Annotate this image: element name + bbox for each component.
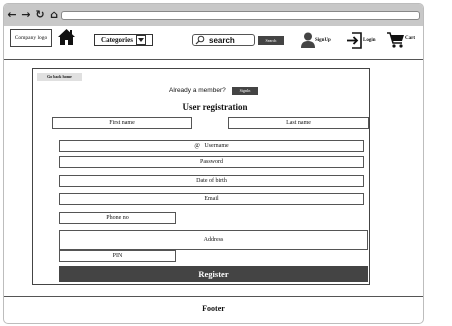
cart-icon[interactable] [387,32,404,48]
reload-icon[interactable]: ↻ [34,8,46,22]
home-icon[interactable] [57,28,76,47]
signup-link[interactable]: SignUp [315,37,331,45]
register-button[interactable]: Register [59,266,368,282]
categories-dropdown[interactable]: Categories [94,34,153,46]
home-small-icon[interactable]: ⌂ [48,8,60,22]
url-bar[interactable] [61,11,420,20]
password-field[interactable]: Password [59,156,364,168]
cart-link[interactable]: Cart [405,35,415,43]
phone-field[interactable]: Phone no [59,212,176,224]
search-button[interactable]: Search [258,36,284,45]
footer: Footer [4,296,423,322]
pin-field[interactable]: PIN [59,250,176,262]
company-logo[interactable]: Company logo [10,29,52,47]
back-icon[interactable]: ← [6,8,18,22]
forward-icon[interactable]: → [20,8,32,22]
header-divider [4,59,423,60]
username-field[interactable]: @ Username [59,140,364,152]
signin-button[interactable]: SignIn [232,87,258,95]
login-icon[interactable] [346,32,362,49]
search-placeholder: search [209,35,235,45]
already-member-text: Already a member? [169,87,226,94]
date-of-birth-field[interactable]: Date of birth [59,175,364,187]
username-label: Username [204,143,229,149]
email-field[interactable]: Email [59,193,364,205]
search-icon [195,35,205,45]
search-input[interactable]: search [192,34,255,46]
address-field[interactable]: Address [59,230,368,250]
page-title: User registration [182,102,248,112]
login-link[interactable]: Login [363,37,376,45]
last-name-field[interactable]: Last name [228,117,369,129]
first-name-field[interactable]: First name [52,117,192,129]
categories-label: Categories [101,36,133,44]
user-icon[interactable] [301,32,315,48]
go-back-home-button[interactable]: Go back home [37,73,82,81]
at-icon: @ [194,143,200,149]
chevron-down-icon [135,35,146,45]
